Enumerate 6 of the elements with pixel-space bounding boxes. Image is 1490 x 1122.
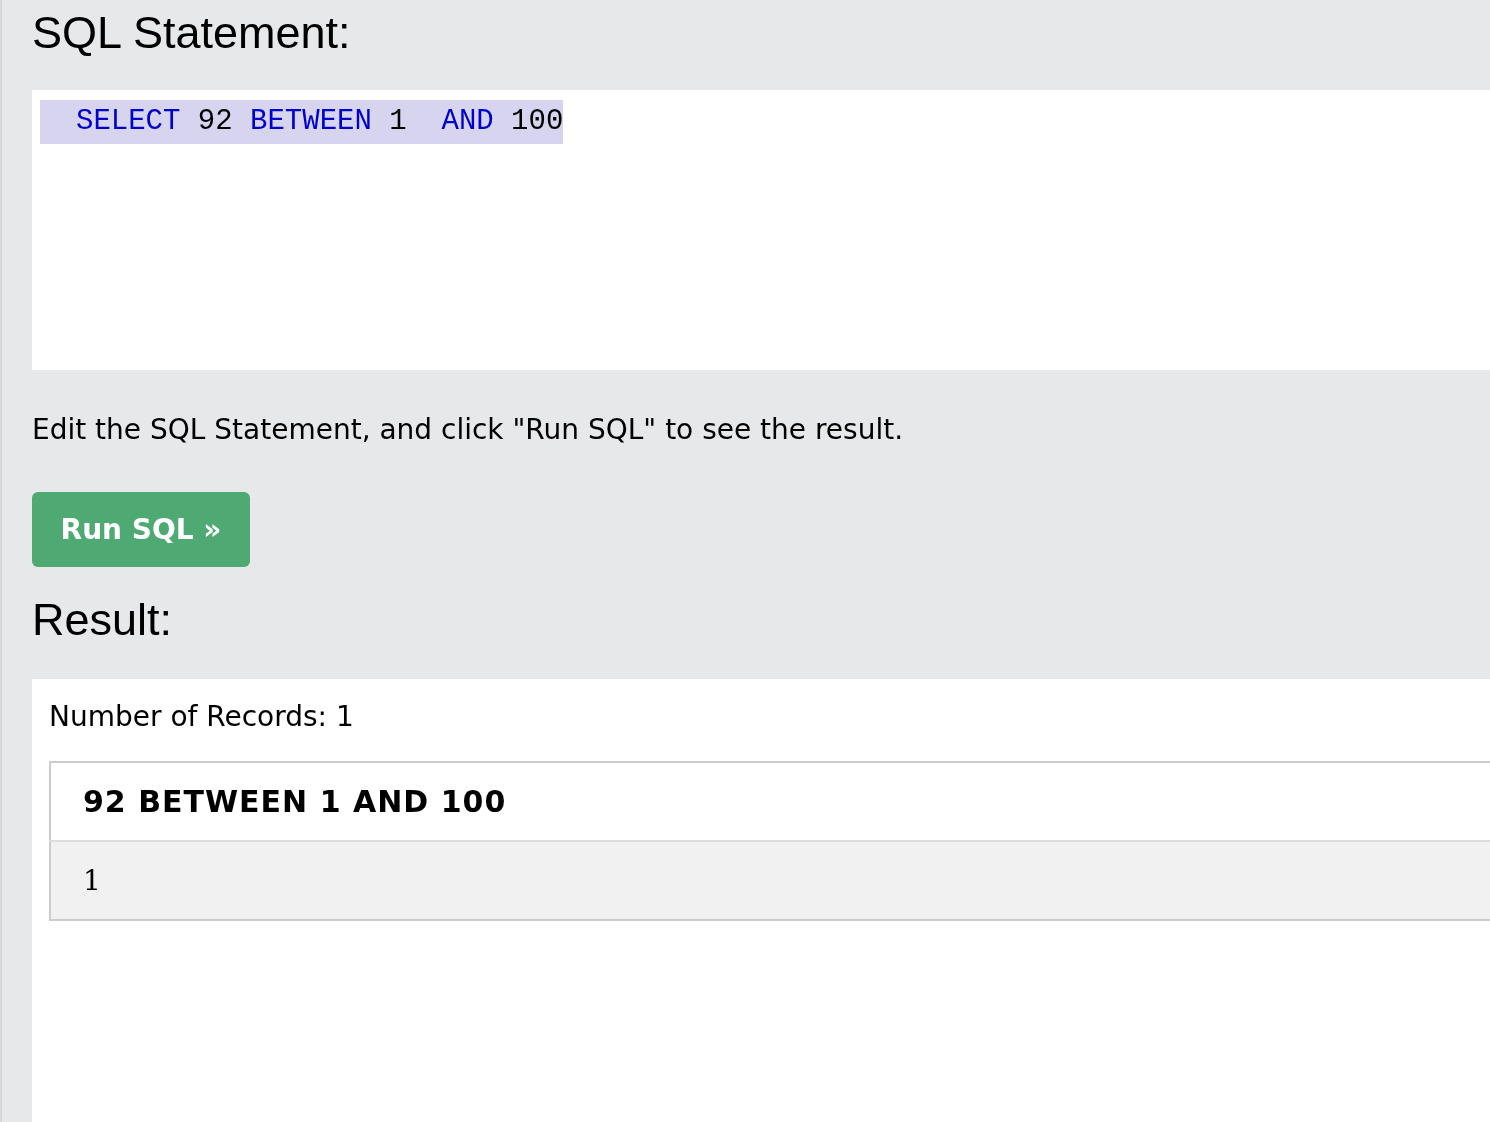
record-count: Number of Records: 1 <box>49 699 355 735</box>
table-cell: 1 <box>50 841 1490 920</box>
section-heading: Result: <box>32 593 174 647</box>
section-heading: SQL Statement: <box>32 6 352 60</box>
instruction-text: Edit the SQL Statement, and click "Run SQL" to see the result. <box>32 412 905 448</box>
sql-editor[interactable]: SELECT 92 BETWEEN 1 AND 100 <box>32 90 1490 370</box>
